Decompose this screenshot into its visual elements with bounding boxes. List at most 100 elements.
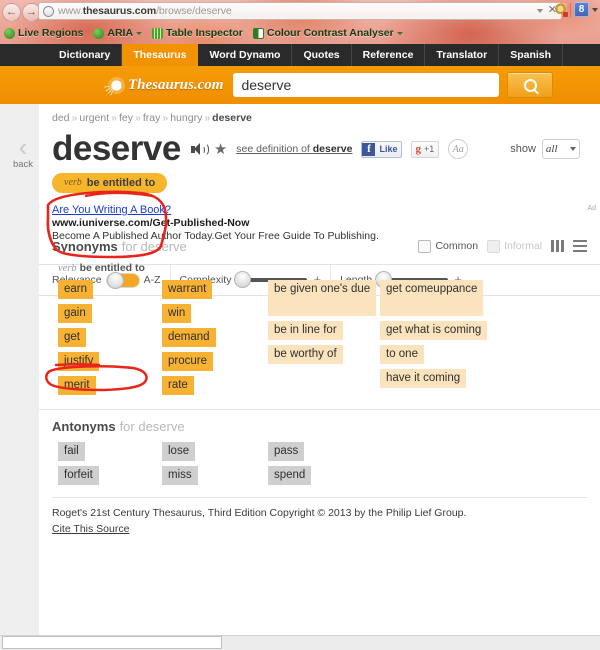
antonym-chip[interactable]: fail <box>58 442 85 461</box>
synonym-chip[interactable]: be worthy of <box>268 345 343 364</box>
status-bar <box>0 635 600 650</box>
synonym-chip[interactable]: justify <box>58 352 100 371</box>
breadcrumb-item-4[interactable]: hungry <box>170 112 202 124</box>
synonym-chip[interactable]: rate <box>162 376 194 395</box>
synonym-chip[interactable]: be in line for <box>268 321 343 340</box>
chevron-down-icon[interactable] <box>592 7 598 12</box>
source-footer: Roget's 21st Century Thesaurus, Third Ed… <box>52 497 587 537</box>
synonyms-view-options: Common Informal <box>418 239 587 253</box>
breadcrumb-item-2[interactable]: fey <box>119 112 133 124</box>
synonym-chip[interactable]: win <box>162 304 192 323</box>
tab-word-dynamo[interactable]: Word Dynamo <box>198 44 293 66</box>
cite-source-link[interactable]: Cite This Source <box>52 523 129 535</box>
common-label: Common <box>435 240 479 252</box>
antonym-chip[interactable]: forfeit <box>58 466 99 485</box>
facebook-like-button[interactable]: f Like <box>361 140 403 158</box>
facebook-like-label: Like <box>379 144 398 154</box>
breadcrumb-item-0[interactable]: ded <box>52 112 70 124</box>
back-arrow-icon[interactable]: ← <box>2 3 21 22</box>
chevron-down-icon[interactable] <box>396 31 403 35</box>
site-logo[interactable]: Thesaurus.com <box>104 73 223 96</box>
synonym-chip[interactable]: be given one's due <box>268 280 377 316</box>
google-plus-one-button[interactable]: g +1 <box>411 140 440 158</box>
addon-colour-contrast-analyser[interactable]: Colour Contrast Analyser <box>252 27 403 39</box>
chevron-down-icon[interactable] <box>136 31 143 35</box>
antonym-chip[interactable]: pass <box>268 442 305 461</box>
chrome-toolbar-icons: 8 <box>554 2 598 17</box>
synonym-chip[interactable]: to one <box>380 345 424 364</box>
antonym-chip[interactable]: miss <box>162 466 198 485</box>
speaker-icon[interactable] <box>190 142 209 156</box>
tab-dictionary[interactable]: Dictionary <box>48 44 123 66</box>
antonyms-section: Antonyms for deserve fail forfeit lose m… <box>39 409 600 485</box>
synonym-chip[interactable]: warrant <box>162 280 213 299</box>
sunburst-icon <box>104 73 126 96</box>
synonym-chip[interactable]: merit <box>58 376 96 395</box>
tab-spanish[interactable]: Spanish <box>499 44 564 66</box>
star-icon[interactable]: ★ <box>214 142 227 157</box>
checkbox[interactable] <box>487 239 501 253</box>
see-definition-link[interactable]: see definition of deserve <box>236 143 352 155</box>
copyright-text: Roget's 21st Century Thesaurus, Third Ed… <box>52 507 467 519</box>
magnifier-icon <box>523 78 537 92</box>
breadcrumb-item-1[interactable]: urgent <box>79 112 109 124</box>
chevron-down-icon[interactable] <box>536 8 543 13</box>
headword-row: deserve ★ see definition of deserve f Li… <box>52 129 580 169</box>
addon-label: Table Inspector <box>166 27 243 39</box>
ad-title-link[interactable]: Are You Writing A Book? <box>52 204 572 216</box>
extension-badge-icon[interactable]: 8 <box>574 2 589 17</box>
addon-table-inspector[interactable]: Table Inspector <box>152 27 243 39</box>
breadcrumb-item-3[interactable]: fray <box>143 112 161 124</box>
breadcrumb-separator: » <box>135 112 141 124</box>
synonym-chip[interactable]: earn <box>58 280 94 299</box>
informal-filter[interactable]: Informal <box>487 239 542 253</box>
font-size-button[interactable]: Aa <box>448 139 469 159</box>
addon-toolbar: Live Regions ARIA Table Inspector Colour… <box>0 22 600 44</box>
settings-icon[interactable] <box>554 3 568 17</box>
synonym-chip[interactable]: gain <box>58 304 92 323</box>
entry-actions: ★ see definition of deserve f Like g +1 … <box>190 139 469 159</box>
synonym-chip[interactable]: get <box>58 328 86 347</box>
show-filter: show all <box>510 139 580 159</box>
address-bar[interactable]: www.thesaurus.com/browse/deserve ✕ <box>38 2 562 20</box>
addon-aria[interactable]: ARIA <box>93 27 143 39</box>
synonym-chip[interactable]: get comeuppance <box>380 280 484 316</box>
page-body: ded» urgent» fey» fray» hungry» deserve ‹ bac… <box>0 104 600 650</box>
tab-translator[interactable]: Translator <box>425 44 500 66</box>
checkbox[interactable] <box>418 239 432 253</box>
sense-chip[interactable]: verb be entitled to <box>52 172 168 193</box>
list-view-icon[interactable] <box>573 240 587 252</box>
antonym-chip[interactable]: spend <box>268 466 312 485</box>
breadcrumb-separator: » <box>204 112 211 124</box>
back-control[interactable]: ‹ back <box>6 132 40 170</box>
aria-icon <box>93 27 105 39</box>
synonym-columns: earn gain get justify merit warrant win … <box>52 280 587 395</box>
status-find-field[interactable] <box>2 636 222 649</box>
entry-header: ‹ back deserve ★ see definition of deser… <box>13 129 600 296</box>
common-filter[interactable]: Common <box>418 239 479 253</box>
synonym-chip[interactable]: have it coming <box>380 369 467 388</box>
addon-live-regions[interactable]: Live Regions <box>4 27 83 39</box>
columns-view-icon[interactable] <box>551 240 564 252</box>
antonym-chip[interactable]: lose <box>162 442 196 461</box>
sense-label: be entitled to <box>79 262 145 274</box>
synonym-chip[interactable]: get what is coming <box>380 321 488 340</box>
show-select[interactable]: all <box>541 139 580 159</box>
page-title: deserve <box>52 129 181 168</box>
addon-label: Colour Contrast Analyser <box>266 27 394 39</box>
synonym-chip[interactable]: procure <box>162 352 213 371</box>
synonyms-title: Synonyms <box>52 238 118 254</box>
synonym-chip[interactable]: demand <box>162 328 216 347</box>
informal-label: Informal <box>504 240 542 252</box>
part-of-speech: verb <box>64 177 82 188</box>
search-input[interactable] <box>233 73 500 97</box>
chevron-down-icon <box>569 147 576 151</box>
tab-reference[interactable]: Reference <box>352 44 426 66</box>
tab-quotes[interactable]: Quotes <box>292 44 352 66</box>
antonym-columns: fail forfeit lose miss pass spend <box>52 442 587 485</box>
synonym-column: be given one's due be in line for be wor… <box>268 280 380 395</box>
search-button[interactable] <box>507 72 554 98</box>
navigation-buttons: ← → <box>2 3 41 22</box>
chevron-left-icon: ‹ <box>18 132 28 162</box>
tab-thesaurus[interactable]: Thesaurus <box>122 44 199 66</box>
